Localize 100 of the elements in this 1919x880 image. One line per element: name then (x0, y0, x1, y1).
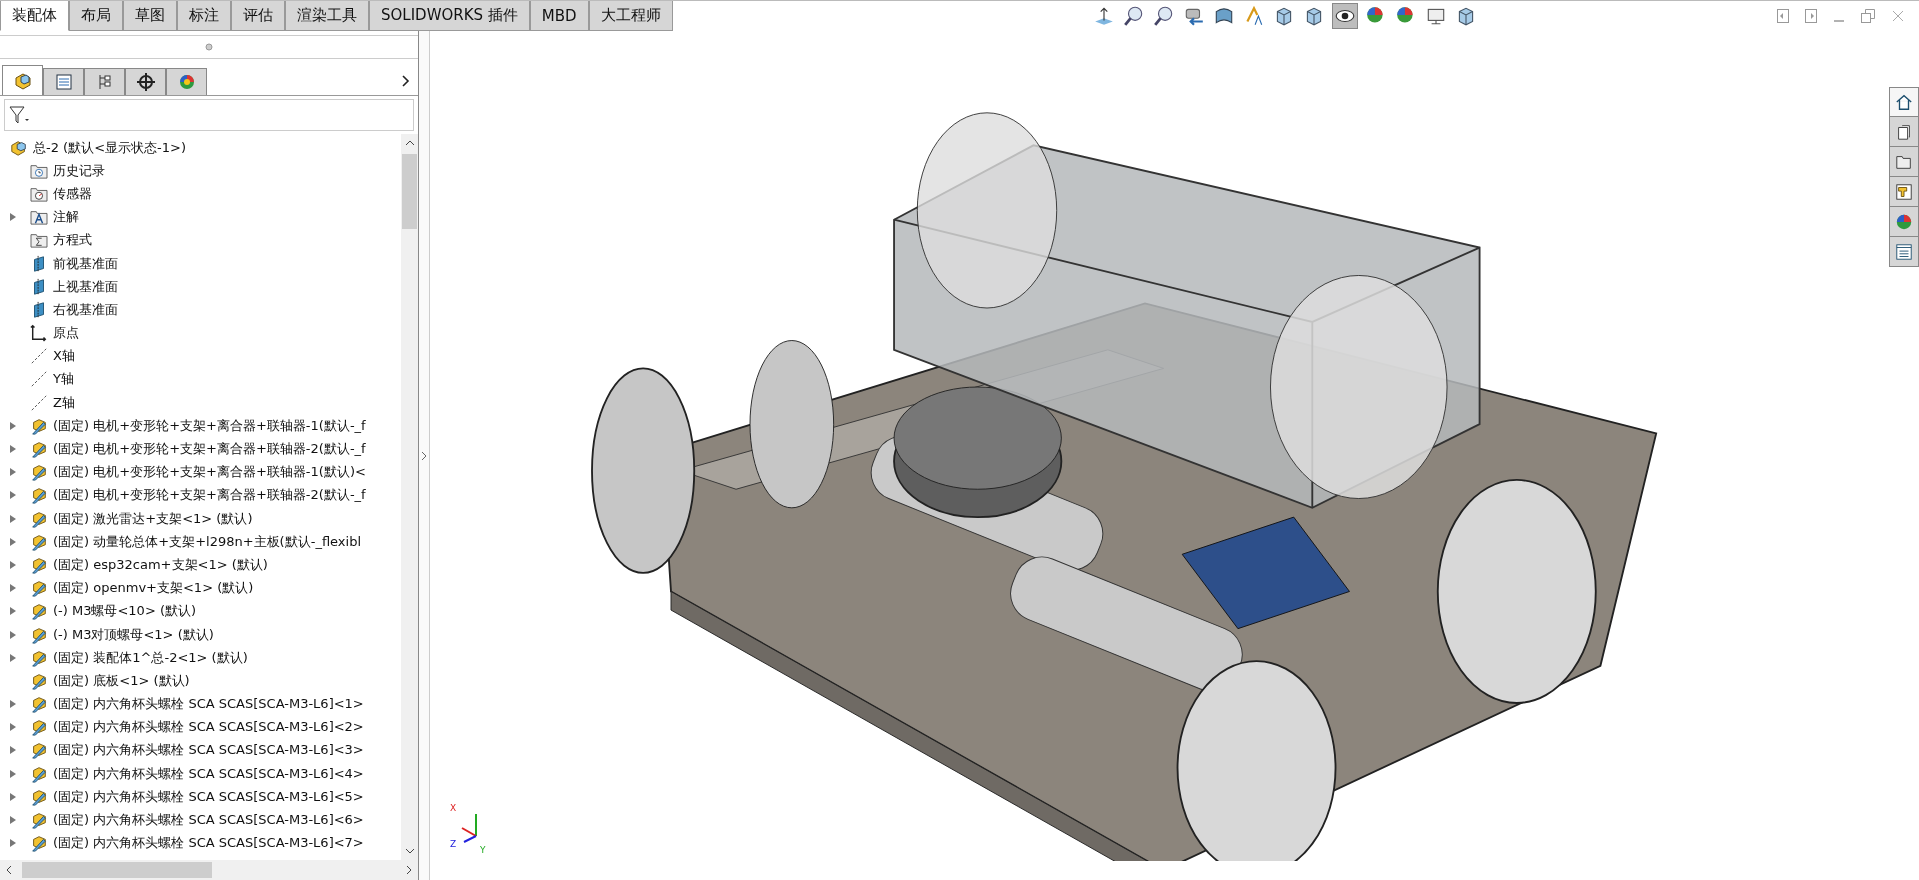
scrollbar-thumb[interactable] (22, 862, 212, 878)
close-icon[interactable] (1891, 9, 1905, 23)
command-tab[interactable]: SOLIDWORKS 插件 (369, 1, 530, 31)
component-icon (30, 695, 48, 714)
tree-item[interactable]: (固定) 装配体1^总-2<1> (默认) (0, 646, 401, 670)
component-icon (30, 602, 48, 621)
hide-show-eye-icon[interactable] (1331, 3, 1358, 29)
axis-icon (30, 370, 48, 389)
component-icon (30, 671, 48, 690)
tree-item[interactable]: 传感器 (0, 182, 401, 206)
command-tab[interactable]: 大工程师 (588, 1, 673, 31)
scroll-left-icon[interactable] (6, 865, 12, 875)
tree-item[interactable]: (固定) 内六角杯头螺栓 SCA SCAS[SCA-M3-L6]<2> (0, 715, 401, 739)
list-icon (1895, 242, 1913, 261)
restore-icon[interactable] (1861, 9, 1875, 23)
origin-icon (30, 324, 48, 343)
sensor-folder-icon (30, 185, 48, 202)
expand-arrow-icon[interactable] (10, 491, 16, 500)
chevron-right-icon[interactable] (402, 75, 410, 87)
tree-item[interactable]: 总-2 (默认<显示状态-1>) (0, 136, 401, 160)
tree-item[interactable]: 前视基准面 (0, 251, 401, 276)
books-pane-tab[interactable] (1889, 117, 1919, 147)
component-icon (30, 764, 48, 783)
command-tab[interactable]: 渲染工具 (285, 1, 369, 31)
display-tab[interactable] (166, 68, 207, 95)
tree-item[interactable]: 原点 (0, 321, 401, 345)
tree-item[interactable]: (固定) 内六角杯头螺栓 SCA SCAS[SCA-M3-L6]<6> (0, 808, 401, 832)
feature-tree-tab[interactable] (2, 65, 43, 95)
expand-arrow-icon[interactable] (10, 816, 16, 825)
tree-item[interactable]: (固定) 电机+变形轮+支架+离合器+联轴器-2(默认-_f (0, 483, 401, 507)
tree-item[interactable]: Y轴 (0, 367, 401, 392)
panel-left-icon[interactable] (1777, 9, 1789, 23)
tree-item[interactable]: Z轴 (0, 391, 401, 415)
command-tab[interactable]: 布局 (69, 1, 123, 31)
expand-arrow-icon[interactable] (10, 839, 16, 848)
component-icon (30, 579, 48, 598)
tree-item[interactable]: (固定) 激光雷达+支架<1> (默认) (0, 507, 401, 531)
dimxpert-tab[interactable] (125, 68, 166, 95)
tree-item[interactable]: 方程式 (0, 228, 401, 252)
expand-arrow-icon[interactable] (10, 421, 16, 430)
expand-arrow-icon[interactable] (10, 537, 16, 546)
tree-item[interactable]: (固定) 内六角杯头螺栓 SCA SCAS[SCA-M3-L6]<1> (0, 692, 401, 716)
command-tab[interactable]: MBD (529, 1, 589, 31)
scrollbar-thumb[interactable] (402, 154, 417, 229)
home-pane-tab[interactable] (1889, 87, 1919, 117)
z-axis-label: Z (450, 840, 457, 849)
collapse-handle-icon[interactable] (421, 450, 427, 461)
expand-arrow-icon[interactable] (10, 769, 16, 778)
assembly-icon (10, 138, 28, 157)
expand-arrow-icon[interactable] (10, 653, 16, 662)
tree-item[interactable]: (-) M3螺母<10> (默认) (0, 599, 401, 623)
tree-item[interactable]: 右视基准面 (0, 298, 401, 322)
tree-item[interactable]: (固定) 动量轮总体+支架+l298n+主板(默认-_flexibl (0, 530, 401, 554)
tree-item[interactable]: (固定) 电机+变形轮+支架+离合器+联轴器-2(默认-_f (0, 437, 401, 461)
command-tab[interactable]: 标注 (177, 1, 231, 31)
tree-item[interactable]: (固定) 内六角杯头螺栓 SCA SCAS[SCA-M3-L6]<7> (0, 831, 401, 855)
expand-arrow-icon[interactable] (10, 468, 16, 477)
panel-right-icon[interactable] (1805, 9, 1817, 23)
expand-arrow-icon[interactable] (10, 792, 16, 801)
tree-item[interactable]: 注解 (0, 205, 401, 229)
tree-item[interactable]: X轴 (0, 344, 401, 368)
expand-arrow-icon[interactable] (10, 700, 16, 709)
expand-arrow-icon[interactable] (10, 584, 16, 593)
filter-icon[interactable] (9, 105, 31, 125)
expand-arrow-icon[interactable] (10, 560, 16, 569)
expand-arrow-icon[interactable] (10, 213, 16, 222)
component-icon (30, 440, 48, 459)
expand-arrow-icon[interactable] (10, 630, 16, 639)
command-tab[interactable]: 草图 (123, 1, 177, 31)
expand-arrow-icon[interactable] (10, 723, 16, 732)
scroll-right-icon[interactable] (406, 865, 412, 875)
list-pane-tab[interactable] (1889, 237, 1919, 267)
tree-item[interactable]: 上视基准面 (0, 275, 401, 299)
folder-pane-tab[interactable] (1889, 147, 1919, 177)
tree-item[interactable]: (固定) esp32cam+支架<1> (默认) (0, 553, 401, 577)
tree-item[interactable]: (固定) 内六角杯头螺栓 SCA SCAS[SCA-M3-L6]<3> (0, 738, 401, 763)
expand-arrow-icon[interactable] (10, 746, 16, 755)
tree-item[interactable]: (固定) 内六角杯头螺栓 SCA SCAS[SCA-M3-L6]<4> (0, 762, 401, 786)
command-tab[interactable]: 评估 (231, 1, 285, 31)
property-tab[interactable] (43, 68, 84, 95)
component-icon (30, 718, 48, 737)
expand-arrow-icon[interactable] (10, 445, 16, 454)
x-axis-label: X (450, 804, 457, 813)
color-ball-pane-tab[interactable] (1889, 207, 1919, 237)
tree-item[interactable]: (-) M3对顶螺母<1> (默认) (0, 622, 401, 647)
scroll-up-icon[interactable] (404, 140, 415, 146)
tree-item[interactable]: (固定) 内六角杯头螺栓 SCA SCAS[SCA-M3-L6]<5> (0, 785, 401, 809)
grip-icon[interactable] (205, 43, 213, 51)
command-tab[interactable]: 装配体 (0, 1, 69, 31)
scroll-down-icon[interactable] (404, 848, 415, 854)
tree-item[interactable]: (固定) openmv+支架<1> (默认) (0, 576, 401, 600)
tree-item[interactable]: (固定) 电机+变形轮+支架+离合器+联轴器-1(默认)< (0, 460, 401, 484)
tree-item[interactable]: (固定) 底板<1> (默认) (0, 669, 401, 693)
tree-item[interactable]: 历史记录 (0, 159, 401, 183)
expand-arrow-icon[interactable] (10, 607, 16, 616)
component-icon (30, 741, 48, 760)
component-icon (30, 532, 48, 551)
tree-item[interactable]: (固定) 电机+变形轮+支架+离合器+联轴器-1(默认-_f (0, 414, 401, 438)
expand-arrow-icon[interactable] (10, 514, 16, 523)
component-icon (30, 625, 48, 644)
